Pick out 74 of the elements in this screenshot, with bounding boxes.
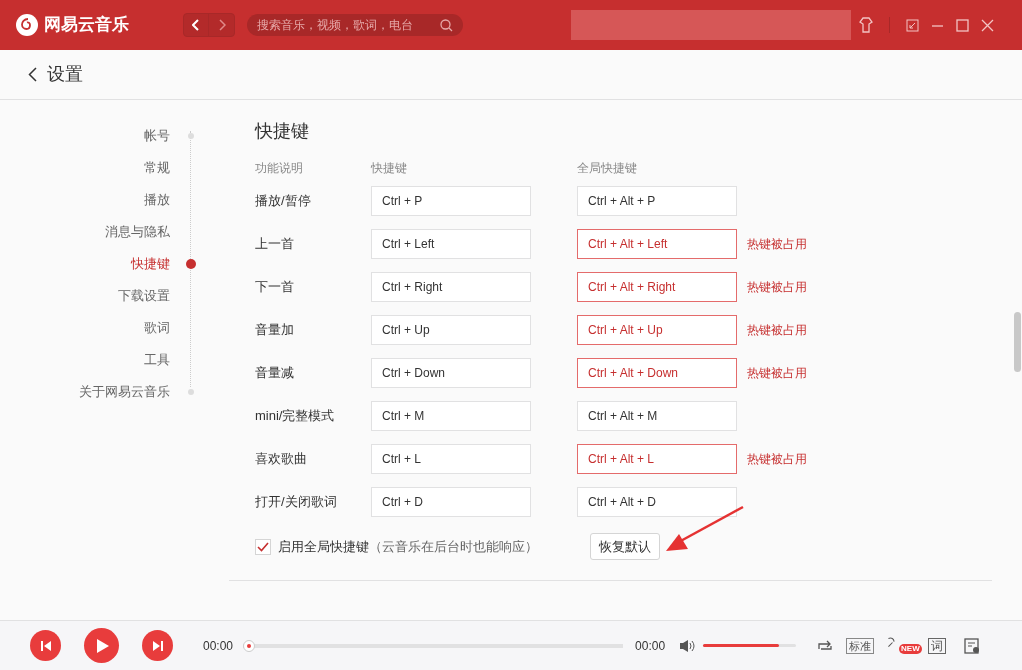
conflict-warning: 热键被占用 [747,321,807,339]
shortcut-field[interactable]: Ctrl + Down [371,357,531,388]
nav-item[interactable]: 快捷键 [0,254,170,274]
play-icon [94,637,109,654]
column-header: 功能说明 [255,160,304,177]
shortcut-field[interactable]: Ctrl + Right [371,271,531,302]
function-label: 下一首 [255,277,295,296]
chevron-right-icon [217,19,226,31]
total-time: 00:00 [635,637,666,655]
logo-icon [16,14,38,36]
quality-button[interactable]: 标准 [846,637,875,654]
global-shortcut-field[interactable]: Ctrl + Alt + Down [577,357,737,388]
checkbox-hint: （云音乐在后台时也能响应） [369,537,538,556]
function-label: 播放/暂停 [255,191,312,210]
nav-item[interactable]: 常规 [0,158,170,178]
checkbox-label: 启用全局快捷键 [278,537,369,556]
nav-item[interactable]: 工具 [0,350,170,370]
volume-track[interactable] [703,644,797,647]
column-header: 快捷键 [371,160,408,177]
volume-icon[interactable] [679,638,696,653]
shortcut-field[interactable]: Ctrl + L [371,443,531,474]
nav-item[interactable]: 下载设置 [0,286,170,306]
lyrics-button[interactable]: 词 [928,637,947,654]
function-label: 音量加 [255,320,295,339]
checkmark-icon [257,541,269,552]
global-shortcut-field[interactable]: Ctrl + Alt + M [577,400,737,431]
conflict-warning: 热键被占用 [747,450,807,468]
function-label: 上一首 [255,234,295,253]
mini-mode-icon[interactable] [906,18,919,32]
nav-item[interactable]: 播放 [0,190,170,210]
global-shortcut-field[interactable]: Ctrl + Alt + D [577,486,737,517]
next-button[interactable] [142,630,173,661]
nav-item[interactable]: 关于网易云音乐 [0,382,170,402]
progress-thumb[interactable] [243,639,256,652]
page-title: 设置 [47,63,83,86]
search-field[interactable]: 搜索音乐，视频，歌词，电台 [247,14,463,36]
playlist-icon[interactable] [964,637,982,654]
chevron-left-icon [192,19,200,31]
global-shortcut-field[interactable]: Ctrl + Alt + Up [577,314,737,345]
shortcut-field[interactable]: Ctrl + Up [371,314,531,345]
nav-item[interactable]: 歌词 [0,318,170,338]
maximize-icon[interactable] [956,18,969,32]
app-name: 网易云音乐 [44,14,129,37]
skip-forward-icon [151,639,164,652]
repeat-icon[interactable] [816,638,835,653]
conflict-warning: 热键被占用 [747,278,807,296]
nav-item[interactable]: 帐号 [0,126,170,146]
reset-button[interactable]: 恢复默认 [590,533,660,560]
checkbox[interactable] [255,538,271,555]
skip-back-icon [39,639,52,652]
conflict-warning: 热键被占用 [747,364,807,382]
play-button[interactable] [84,628,119,663]
global-shortcut-field[interactable]: Ctrl + Alt + Right [577,271,737,302]
column-header: 全局快捷键 [577,160,638,177]
global-shortcut-field[interactable]: Ctrl + Alt + Left [577,228,737,259]
function-label: 喜欢歌曲 [255,449,308,468]
elapsed-time: 00:00 [203,637,234,655]
new-badge: NEW [899,643,922,654]
function-label: 音量减 [255,363,295,382]
global-shortcut-field[interactable]: Ctrl + Alt + P [577,185,737,216]
function-label: 打开/关闭歌词 [255,492,338,511]
scrollbar[interactable] [1014,312,1021,372]
close-icon[interactable] [981,18,994,32]
conflict-warning: 热键被占用 [747,235,807,253]
section-title: 快捷键 [255,120,310,143]
nav-item[interactable]: 消息与隐私 [0,222,170,242]
function-label: mini/完整模式 [255,406,336,425]
search-icon [440,18,453,32]
shortcut-field[interactable]: Ctrl + P [371,185,531,216]
global-shortcut-field[interactable]: Ctrl + Alt + L [577,443,737,474]
shortcut-field[interactable]: Ctrl + Left [371,228,531,259]
previous-button[interactable] [30,630,61,661]
shortcut-field[interactable]: Ctrl + M [371,400,531,431]
shortcut-field[interactable]: Ctrl + D [371,486,531,517]
